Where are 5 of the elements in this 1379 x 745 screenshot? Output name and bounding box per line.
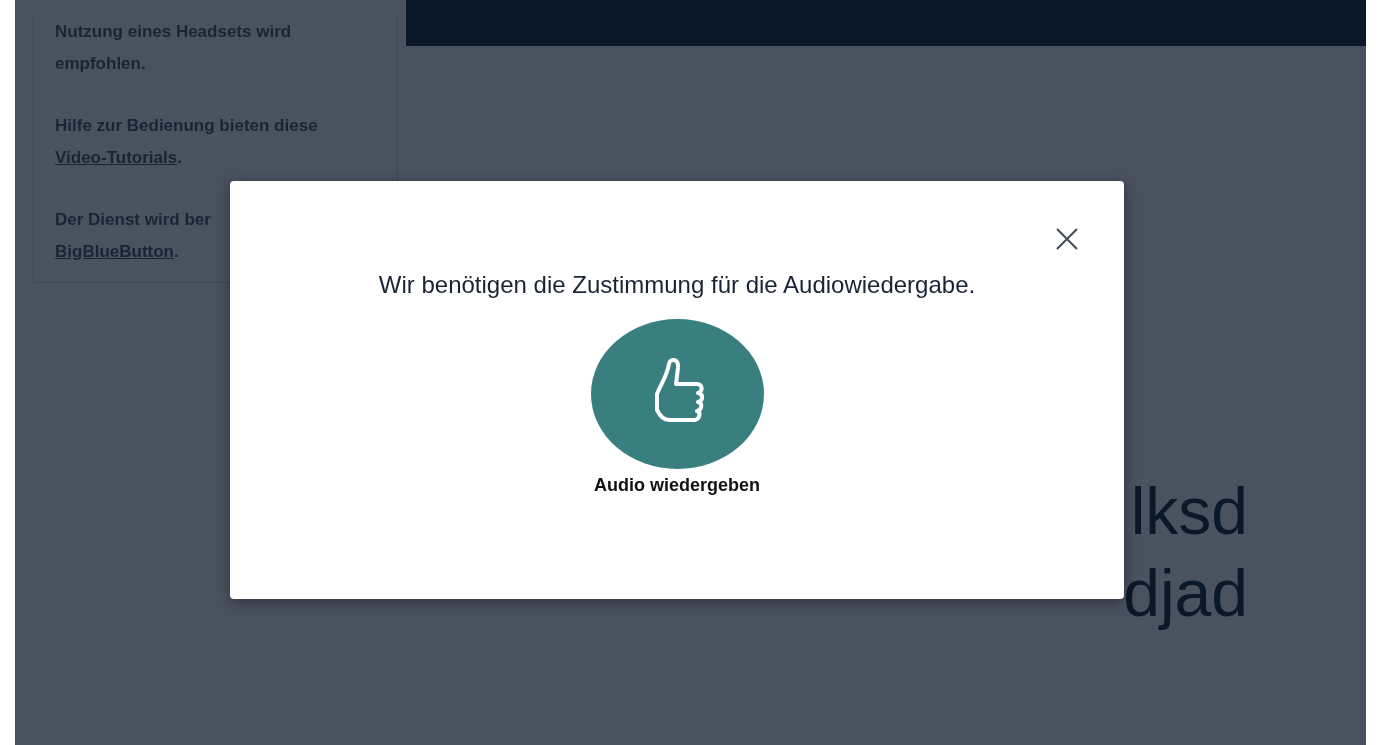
slide-text: djad	[1123, 555, 1248, 632]
button-label: Audio wiedergeben	[594, 475, 760, 496]
close-icon[interactable]	[1055, 227, 1079, 251]
slide-text: lksd	[1130, 473, 1248, 550]
dialog-message: Wir benötigen die Zustimmung für die Audiowiedergabe.	[378, 271, 976, 299]
